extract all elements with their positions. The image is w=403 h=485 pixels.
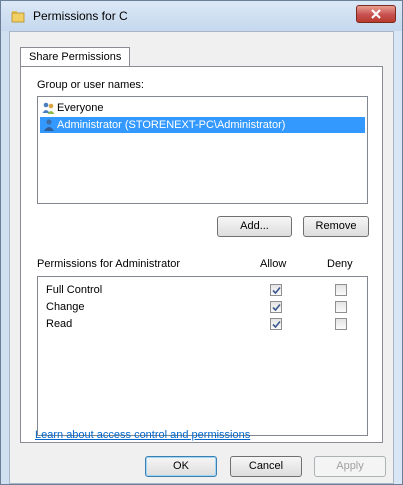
- ok-button[interactable]: OK: [145, 456, 217, 477]
- perm-change: Change: [46, 301, 85, 313]
- check-icon: [272, 286, 281, 295]
- group-label: Group or user names:: [37, 79, 144, 91]
- user-icon: [42, 118, 56, 132]
- permissions-dialog: Permissions for C Share Permissions Grou…: [0, 0, 403, 485]
- user-listbox[interactable]: Everyone Administrator (STORENEXT-PC\Adm…: [37, 96, 368, 204]
- add-button[interactable]: Add...: [217, 216, 292, 237]
- remove-button[interactable]: Remove: [303, 216, 369, 237]
- deny-header: Deny: [327, 258, 353, 270]
- user-name: Administrator (STORENEXT-PC\Administrato…: [57, 119, 286, 131]
- folder-icon: [11, 9, 25, 23]
- apply-button[interactable]: Apply: [314, 456, 386, 477]
- perm-full-control: Full Control: [46, 284, 103, 296]
- window-title: Permissions for C: [33, 9, 128, 23]
- cancel-button[interactable]: Cancel: [230, 456, 302, 477]
- permissions-list: Full Control Change Read: [37, 276, 368, 436]
- group-icon: [42, 101, 56, 115]
- tab-share-permissions[interactable]: Share Permissions: [20, 47, 131, 67]
- deny-full-control-checkbox[interactable]: [335, 284, 347, 296]
- check-icon: [272, 320, 281, 329]
- deny-read-checkbox[interactable]: [335, 318, 347, 330]
- close-icon: [371, 9, 381, 19]
- list-item-administrator[interactable]: Administrator (STORENEXT-PC\Administrato…: [40, 117, 365, 133]
- allow-read-checkbox[interactable]: [270, 318, 282, 330]
- perm-read: Read: [46, 318, 73, 330]
- close-button[interactable]: [356, 5, 396, 23]
- title-bar[interactable]: Permissions for C: [1, 1, 402, 31]
- allow-change-checkbox[interactable]: [270, 301, 282, 313]
- dialog-body: Share Permissions Group or user names: E…: [9, 31, 394, 484]
- deny-change-checkbox[interactable]: [335, 301, 347, 313]
- check-icon: [272, 303, 281, 312]
- allow-full-control-checkbox[interactable]: [270, 284, 282, 296]
- user-name: Everyone: [57, 102, 104, 114]
- learn-more-link[interactable]: Learn about access control and permissio…: [35, 429, 250, 441]
- permissions-header: Permissions for Administrator: [37, 258, 181, 270]
- window-frame: [1, 31, 9, 484]
- tab-panel: Group or user names: Everyone Administra…: [20, 66, 383, 443]
- list-item-everyone[interactable]: Everyone: [40, 100, 365, 116]
- allow-header: Allow: [260, 258, 287, 270]
